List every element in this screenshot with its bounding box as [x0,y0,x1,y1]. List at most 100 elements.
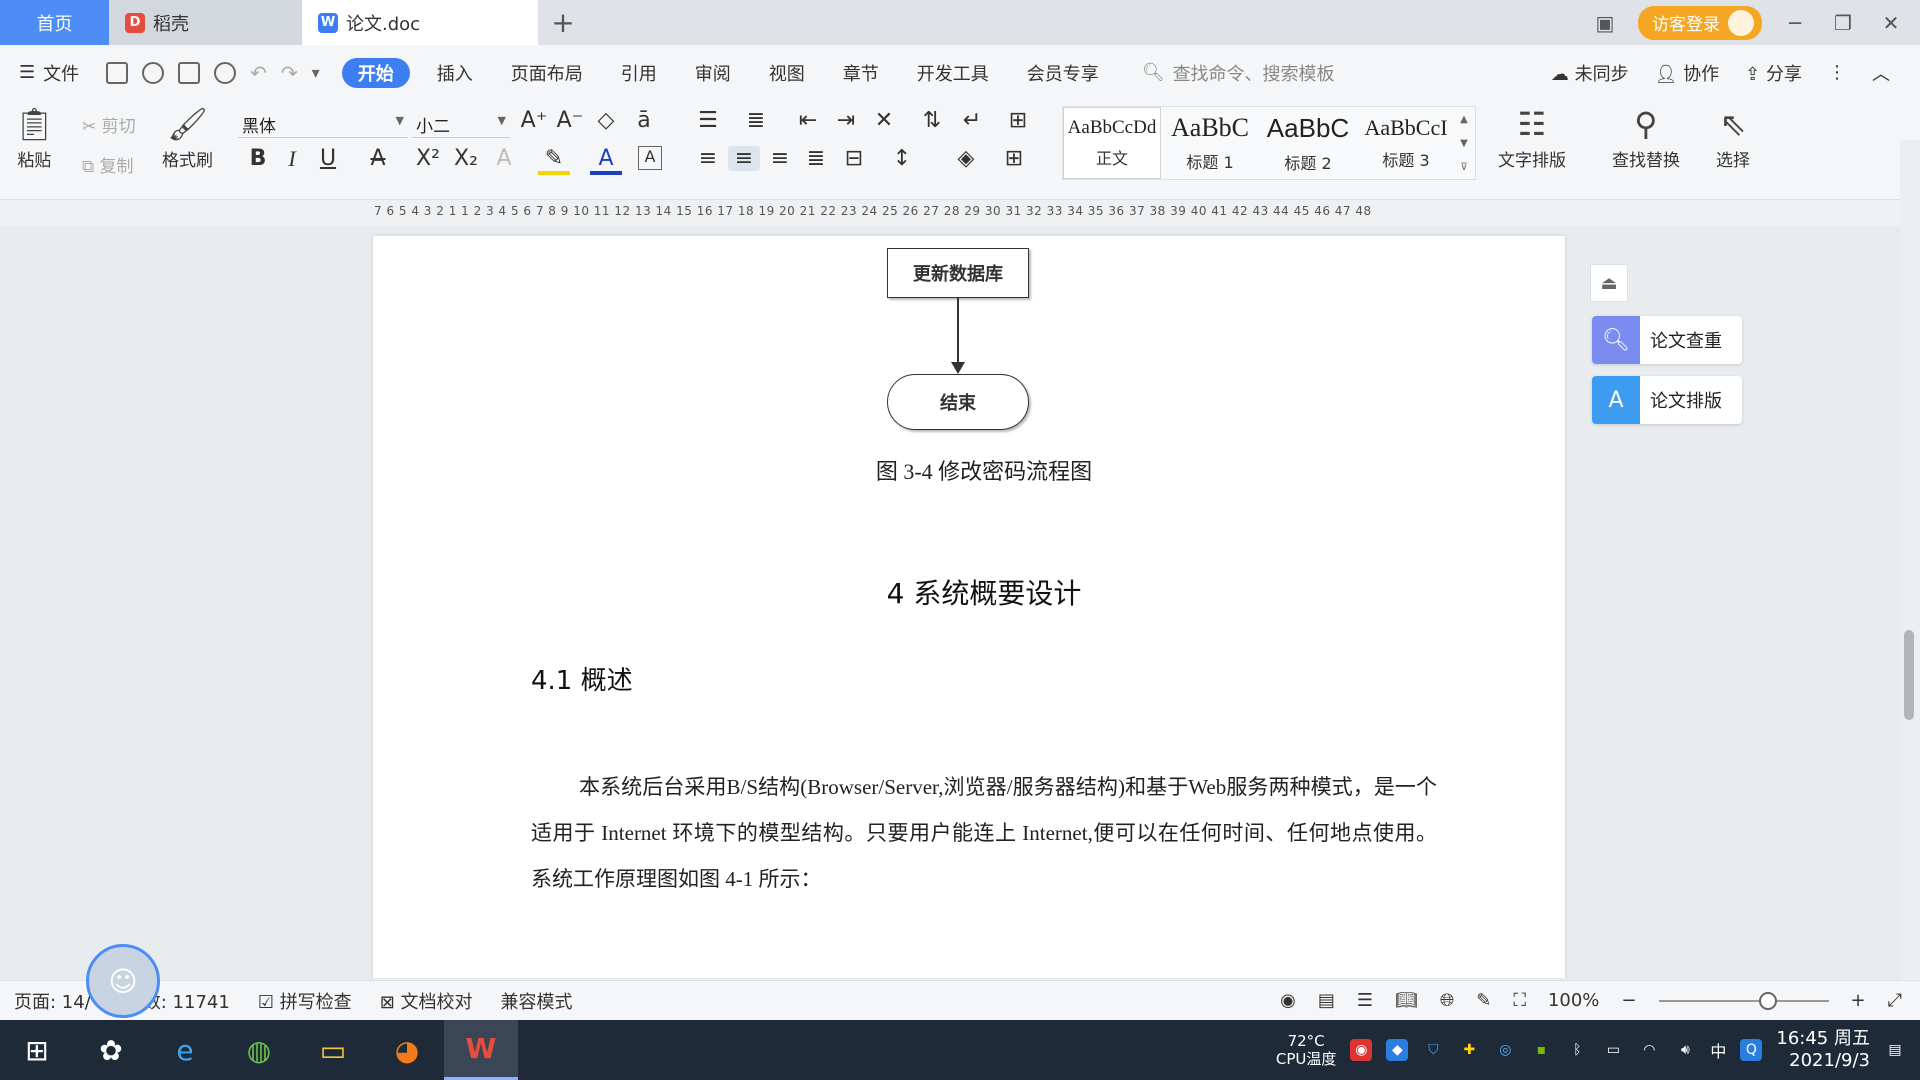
plus-app-icon[interactable]: ✚ [1458,1039,1480,1061]
line-spacing-icon[interactable]: ↕ [886,146,918,171]
chevron-up-icon[interactable]: ▲ [1460,114,1468,125]
strikethrough-icon[interactable]: A [362,146,394,171]
format-painter-button[interactable]: 🖌︎ 格式刷 [162,106,213,171]
scrollbar-thumb[interactable] [1904,630,1914,720]
collapse-panel-icon[interactable]: ⏏ [1590,264,1628,302]
select-button[interactable]: ⇖ 选择 [1716,106,1750,171]
document-page[interactable]: 更新数据库 结束 图 3-4 修改密码流程图 4 系统概要设计 4.1 概述 本… [373,236,1565,978]
tab-home[interactable]: 首页 [0,0,109,45]
style-heading-2[interactable]: AaBbC 标题 2 [1259,107,1357,179]
eye-protection-icon[interactable]: ◉ [1280,990,1296,1011]
collaborate-button[interactable]: 👤︎ 协作 [1655,60,1720,86]
bullet-list-icon[interactable]: ☰ [692,108,724,133]
reading-view-icon[interactable]: 📖︎ [1395,990,1418,1011]
table-tools-icon[interactable]: ⊞ [1002,108,1034,133]
web-view-icon[interactable]: 🌐︎ [1440,990,1454,1011]
page-indicator[interactable]: 页面: 14/ [14,988,91,1014]
tab-developer[interactable]: 开发工具 [898,58,1008,88]
decrease-indent-icon[interactable]: ⇤ [792,108,824,133]
horizontal-ruler[interactable]: 7 6 5 4 3 2 1 1 2 3 4 5 6 7 8 9 10 11 12… [0,200,1920,226]
export-icon[interactable] [142,61,165,84]
shield-icon[interactable]: ⛉ [1422,1039,1444,1061]
clear-format-icon[interactable]: ◇ [590,108,622,133]
text-direction-icon[interactable]: ✕ [868,108,900,133]
highlight-icon[interactable]: ✎ [538,146,570,175]
copy-button[interactable]: ⧉ 复制 [82,152,134,177]
write-mode-icon[interactable]: ✎ [1476,990,1491,1011]
tab-page-layout[interactable]: 页面布局 [492,58,602,88]
style-heading-3[interactable]: AaBbCcI 标题 3 [1357,107,1455,179]
zoom-in-icon[interactable]: + [1851,990,1866,1011]
zoom-out-icon[interactable]: − [1621,990,1636,1011]
zoom-level[interactable]: 100% [1548,990,1599,1011]
assistant-avatar[interactable]: ☺ [86,944,160,1018]
nvidia-icon[interactable]: ▪ [1530,1039,1552,1061]
italic-icon[interactable]: I [276,146,308,172]
share-button[interactable]: ⇪ 分享 [1745,60,1802,86]
restore-button[interactable]: ❐ [1828,11,1858,35]
zoom-slider[interactable] [1658,991,1829,1010]
wifi-icon[interactable]: ◠ [1638,1039,1660,1061]
grow-font-icon[interactable]: A⁺ [518,108,550,133]
clock[interactable]: 16:45 周五 2021/9/3 [1776,1028,1870,1072]
volume-icon[interactable]: 🔊︎ [1674,1039,1696,1061]
minimize-button[interactable]: ─ [1780,11,1810,35]
browser-360-icon[interactable]: ◍ [222,1020,296,1080]
paper-check-button[interactable]: 🔍︎ 论文查重 [1592,316,1742,364]
tab-view[interactable]: 视图 [750,58,824,88]
page-view-icon[interactable]: ▤ [1318,990,1335,1011]
tab-daoke[interactable]: D 稻壳 [109,0,302,45]
wps-office-icon[interactable]: W [444,1020,518,1080]
superscript-icon[interactable]: X² [412,146,444,171]
align-right-icon[interactable]: ≡ [764,146,796,171]
ime-indicator[interactable]: 中 [1710,1038,1726,1062]
game-app-icon[interactable]: ◕ [370,1020,444,1080]
cut-button[interactable]: ✂ 剪切 [82,112,136,137]
collapse-ribbon-icon[interactable]: ︿ [1872,60,1890,86]
visitor-login-button[interactable]: 访客登录 [1638,5,1762,40]
underline-icon[interactable]: U [312,146,344,171]
paper-layout-button[interactable]: A 论文排版 [1592,376,1742,424]
shrink-font-icon[interactable]: A⁻ [554,108,586,133]
vertical-scrollbar[interactable] [1900,140,1920,980]
font-name-select[interactable]: 黑体 ▼ [238,108,408,138]
tab-chapter[interactable]: 章节 [824,58,898,88]
file-menu[interactable]: ☰ 文件 [0,58,98,88]
char-border-icon[interactable]: A [638,146,662,170]
paragraph-mark-icon[interactable]: ↵ [956,108,988,133]
save-icon[interactable] [106,61,129,84]
file-explorer-icon[interactable]: ▭ [296,1020,370,1080]
tab-review[interactable]: 审阅 [676,58,750,88]
doc-proof-button[interactable]: ⊠ 文档校对 [380,988,473,1014]
style-heading-1[interactable]: AaBbC 标题 1 [1161,107,1259,179]
font-color-icon[interactable]: A [590,146,622,175]
cpu-temperature[interactable]: 72°C CPU温度 [1276,1032,1337,1068]
pinwheel-app-icon[interactable]: ✿ [74,1020,148,1080]
distribute-icon[interactable]: ⊟ [838,146,870,171]
window-layout-icon[interactable]: ▣ [1590,11,1620,35]
print-icon[interactable] [178,61,201,84]
find-replace-button[interactable]: ⚲ 查找替换 [1612,106,1680,171]
numbered-list-icon[interactable]: ≣ [740,108,772,133]
justify-icon[interactable]: ≣ [800,146,832,171]
add-tab-button[interactable]: + [538,0,588,45]
increase-indent-icon[interactable]: ⇥ [830,108,862,133]
battery-icon[interactable]: ▭ [1602,1039,1624,1061]
more-styles-icon[interactable]: ⊽ [1460,162,1467,173]
phonetic-icon[interactable]: ā [628,108,660,133]
command-search[interactable]: 🔍︎ 查找命令、搜索模板 [1142,60,1335,86]
tab-document[interactable]: W 论文.doc [302,0,538,45]
text-layout-button[interactable]: ☷ 文字排版 [1498,106,1566,171]
flowchart-process-box[interactable]: 更新数据库 [887,248,1029,298]
text-effect-icon[interactable]: A [488,146,520,171]
redo-icon[interactable]: ↷ [281,61,298,85]
sync-button[interactable]: ☁ 未同步 [1551,60,1629,86]
print-preview-icon[interactable] [214,61,237,84]
zoom-slider-knob[interactable] [1758,991,1777,1010]
fit-page-icon[interactable]: ⛶ [1513,990,1526,1011]
tray-app-icon[interactable]: ◎ [1494,1039,1516,1061]
borders-icon[interactable]: ⊞ [998,146,1030,171]
bold-icon[interactable]: B [242,146,274,171]
paste-button[interactable]: 📋︎ 粘贴 [14,106,55,171]
close-button[interactable]: ✕ [1876,11,1906,35]
